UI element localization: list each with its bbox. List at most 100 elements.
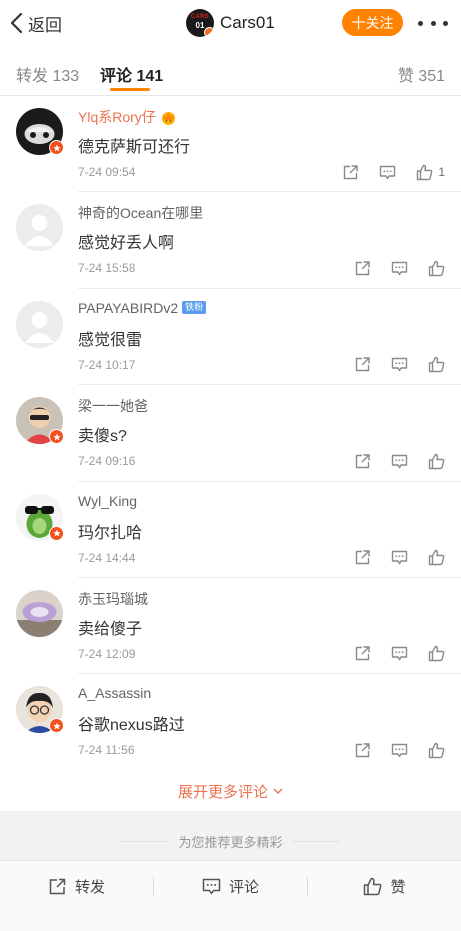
comment-item: 神奇的Ocean在哪里 感觉好丢人啊 7-24 15:58 bbox=[0, 192, 461, 289]
back-button[interactable]: 返回 bbox=[10, 8, 62, 38]
expand-more-comments-button[interactable]: 展开更多评论 bbox=[0, 771, 461, 811]
repost-button[interactable]: 转发 bbox=[0, 861, 153, 911]
comment-actions bbox=[334, 740, 445, 760]
comment-text: 卖给傻子 bbox=[78, 620, 143, 638]
share-icon bbox=[355, 550, 370, 565]
reply-button[interactable] bbox=[391, 453, 408, 470]
share-button[interactable] bbox=[354, 742, 371, 759]
bottom-action-bar: 转发 评论 赞 bbox=[0, 860, 461, 931]
comment-time: 7-24 15:58 bbox=[78, 261, 136, 276]
like-button[interactable] bbox=[428, 549, 445, 566]
comment-author-name: 梁一一她爸 bbox=[78, 398, 148, 415]
reply-button[interactable] bbox=[391, 549, 408, 566]
comment-time: 7-24 09:54 bbox=[78, 165, 136, 179]
comment-time: 7-24 11:56 bbox=[78, 743, 135, 758]
share-button[interactable] bbox=[354, 549, 371, 566]
share-button[interactable] bbox=[354, 260, 371, 277]
comment-author[interactable]: Wyl_King bbox=[78, 493, 137, 509]
tab-comment[interactable]: 评论 141 bbox=[100, 62, 163, 86]
avatar[interactable] bbox=[16, 300, 63, 348]
comment-icon bbox=[391, 550, 408, 565]
like-button[interactable]: 1 bbox=[416, 164, 445, 181]
comment-author-name: A_Assassin bbox=[78, 685, 152, 702]
comment-time: 7-24 12:09 bbox=[78, 646, 136, 661]
comment-author-name: 神奇的Ocean在哪里 bbox=[78, 205, 204, 222]
like-button[interactable] bbox=[428, 260, 445, 277]
more-options-icon[interactable] bbox=[418, 13, 448, 33]
like-button[interactable] bbox=[428, 645, 445, 662]
share-button[interactable] bbox=[354, 356, 371, 373]
like-post-button[interactable]: 赞 bbox=[308, 861, 461, 911]
verified-badge-icon bbox=[49, 140, 64, 155]
top-nav-bar: 返回 CARS 01 Cars01 十关注 bbox=[0, 0, 461, 46]
comment-author[interactable]: 赤玉玛瑙城 bbox=[78, 589, 148, 609]
like-button[interactable] bbox=[428, 356, 445, 373]
avatar[interactable] bbox=[16, 589, 63, 637]
follow-button[interactable]: 十关注 bbox=[342, 9, 403, 36]
comment-author-name: PAPAYABIRDv2 bbox=[78, 299, 179, 316]
comment-author[interactable]: Ylq系Rory仔 bbox=[78, 107, 177, 127]
comment-author[interactable]: 神奇的Ocean在哪里 bbox=[78, 203, 203, 223]
comment-text: 谷歌nexus路过 bbox=[78, 717, 185, 735]
reply-button[interactable] bbox=[391, 742, 408, 759]
comment-icon bbox=[391, 647, 408, 661]
active-tab-indicator bbox=[110, 88, 150, 91]
share-icon bbox=[355, 646, 370, 661]
share-button[interactable] bbox=[354, 645, 371, 662]
comment-time: 7-24 09:16 bbox=[78, 454, 136, 469]
recommend-label: 为您推荐更多精彩 bbox=[178, 834, 283, 850]
comment-item: Wyl_King 玛尔扎哈 7-24 14:44 bbox=[0, 482, 461, 578]
share-button[interactable] bbox=[342, 164, 359, 181]
comment-text: 感觉好丢人啊 bbox=[78, 235, 175, 253]
like-button[interactable] bbox=[428, 453, 445, 470]
comment-icon bbox=[391, 261, 408, 276]
avatar[interactable] bbox=[16, 204, 63, 252]
thumbs-up-icon bbox=[417, 164, 433, 180]
reply-button[interactable] bbox=[391, 356, 408, 373]
comment-icon bbox=[202, 878, 221, 894]
comment-icon bbox=[391, 454, 408, 468]
comment-actions bbox=[334, 355, 445, 375]
divider bbox=[292, 840, 341, 842]
comment-label: 评论 bbox=[228, 878, 259, 896]
chevron-left-icon bbox=[10, 12, 23, 34]
verified-badge-icon bbox=[49, 429, 64, 445]
verified-badge-icon bbox=[49, 718, 64, 734]
account-title[interactable]: CARS 01 Cars01 bbox=[186, 7, 275, 39]
comment-button[interactable]: 评论 bbox=[154, 861, 307, 911]
recommend-section-header: 为您推荐更多精彩 bbox=[0, 826, 461, 856]
like-button[interactable] bbox=[428, 742, 445, 759]
share-icon bbox=[355, 357, 370, 372]
comment-actions: 1 bbox=[322, 162, 445, 182]
thumbs-up-icon bbox=[364, 877, 382, 895]
fan-badge: 铁粉 bbox=[182, 301, 207, 315]
comment-item: Ylq系Rory仔 德克萨斯可还行 7-24 09:54 1 bbox=[0, 96, 461, 193]
reply-button[interactable] bbox=[379, 164, 396, 181]
page-title: Cars01 bbox=[220, 13, 275, 32]
comment-text: 玛尔扎哈 bbox=[78, 524, 143, 542]
member-crown-icon bbox=[161, 111, 175, 125]
comment-list: Ylq系Rory仔 德克萨斯可还行 7-24 09:54 1 神奇的Ocean在… bbox=[0, 96, 461, 771]
tab-like[interactable]: 赞 351 bbox=[398, 62, 445, 86]
reply-button[interactable] bbox=[391, 260, 408, 277]
comment-time: 7-24 10:17 bbox=[78, 357, 136, 372]
comment-author[interactable]: 梁一一她爸 bbox=[78, 396, 148, 416]
chevron-down-icon bbox=[273, 788, 283, 794]
comment-time: 7-24 14:44 bbox=[78, 550, 136, 565]
comment-author[interactable]: PAPAYABIRDv2 铁粉 bbox=[78, 299, 207, 316]
comment-icon bbox=[391, 358, 408, 372]
tab-repost[interactable]: 转发 133 bbox=[16, 62, 79, 86]
tab-bar: 转发 133 评论 141 赞 351 bbox=[0, 46, 461, 96]
comment-author-name: 赤玉玛瑙城 bbox=[78, 590, 148, 607]
divider bbox=[120, 840, 169, 842]
comment-author-name: Wyl_King bbox=[78, 492, 138, 509]
share-button[interactable] bbox=[354, 453, 371, 470]
account-logo: CARS 01 bbox=[186, 9, 214, 37]
share-icon bbox=[49, 878, 66, 894]
page: 返回 CARS 01 Cars01 十关注 转发 133 评论 141 赞 35… bbox=[0, 0, 461, 931]
comment-item: PAPAYABIRDv2 铁粉 感觉很雷 7-24 10:17 bbox=[0, 289, 461, 386]
comment-item: A_Assassin 谷歌nexus路过 7-24 11:56 bbox=[0, 674, 461, 770]
back-label: 返回 bbox=[28, 15, 62, 35]
reply-button[interactable] bbox=[391, 645, 408, 662]
comment-author[interactable]: A_Assassin bbox=[78, 685, 151, 701]
